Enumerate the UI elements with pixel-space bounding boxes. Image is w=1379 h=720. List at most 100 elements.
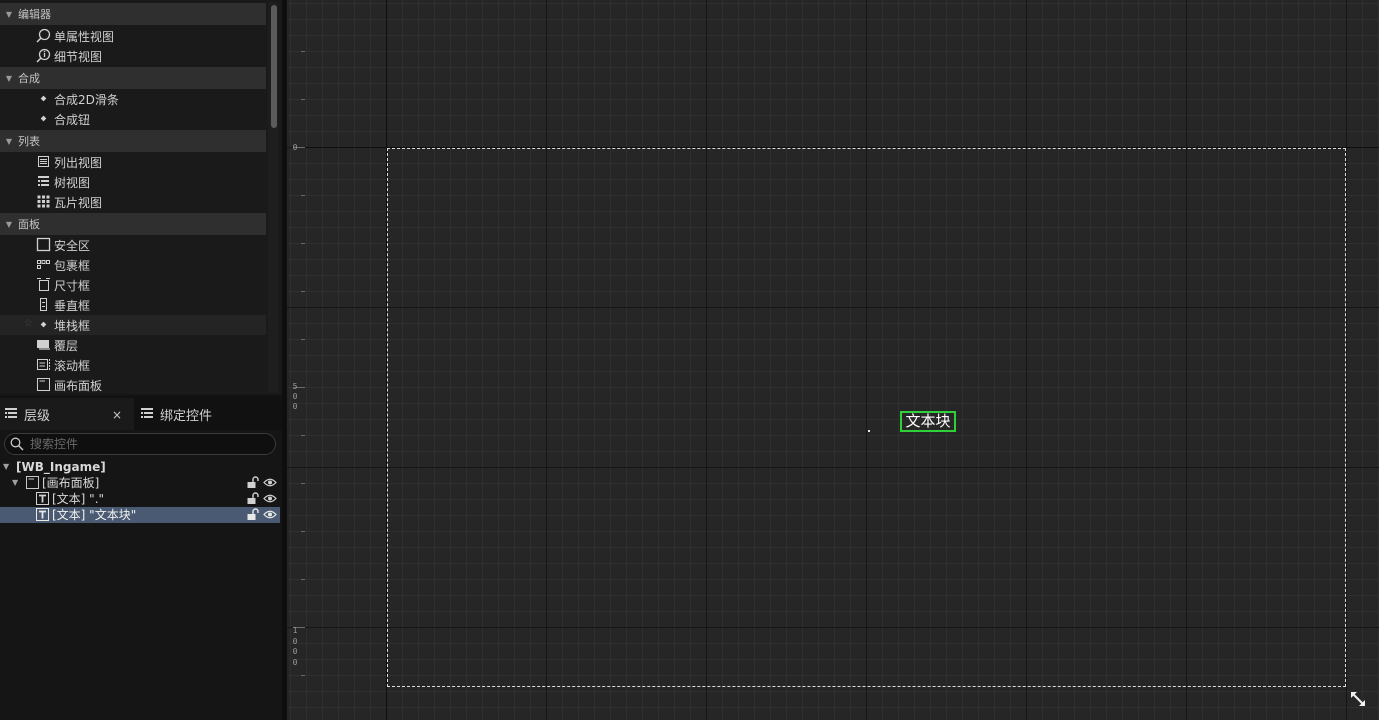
palette-item-label: 包裹框 bbox=[54, 259, 91, 273]
palette-item-wrap-box[interactable]: 包裹框 bbox=[0, 255, 266, 275]
tab-bind-widgets[interactable]: 绑定控件 bbox=[136, 398, 276, 430]
tree-row-root[interactable]: ▼ [WB_Ingame] bbox=[0, 459, 280, 475]
favorite-star-icon[interactable]: ☆ bbox=[24, 318, 33, 329]
tree-view-icon bbox=[36, 174, 51, 189]
palette-item-vertical-box[interactable]: 垂直框 bbox=[0, 295, 266, 315]
tab-label: 层级 bbox=[24, 408, 51, 424]
magnifier-icon bbox=[36, 28, 51, 43]
palette-item-scroll-box[interactable]: 滚动框 bbox=[0, 355, 266, 375]
text-widget-selected[interactable]: 文本块 bbox=[900, 411, 956, 432]
tree-row-label: [文本] "文本块" bbox=[52, 508, 137, 522]
tile-view-icon bbox=[36, 194, 51, 209]
resize-handle-icon[interactable] bbox=[1349, 690, 1367, 708]
palette-item-label: 合成钮 bbox=[54, 113, 91, 127]
visibility-eye-icon[interactable] bbox=[263, 477, 277, 491]
palette-item-tile-view[interactable]: 瓦片视图 bbox=[0, 192, 266, 212]
palette-item-canvas-panel[interactable]: 画布面板 bbox=[0, 375, 266, 394]
palette-item-label: 列出视图 bbox=[54, 156, 103, 170]
close-icon[interactable]: × bbox=[112, 408, 122, 422]
wrap-box-icon bbox=[36, 257, 51, 272]
ruler-label-0: 0 bbox=[292, 143, 298, 152]
ruler-tick bbox=[301, 291, 305, 292]
text-widget-icon bbox=[36, 508, 49, 521]
collapse-arrow-icon: ▼ bbox=[5, 9, 13, 19]
lock-icon[interactable] bbox=[246, 492, 259, 508]
tree-row-text-block[interactable]: [文本] "文本块" bbox=[0, 507, 280, 523]
palette-item-label: 垂直框 bbox=[54, 299, 91, 313]
palette-item-details-view[interactable]: 细节视图 bbox=[0, 46, 266, 66]
tab-label: 绑定控件 bbox=[160, 408, 213, 424]
ruler-tick bbox=[301, 339, 305, 340]
palette-item-tree-view[interactable]: 树视图 bbox=[0, 172, 266, 192]
lock-icon[interactable] bbox=[246, 476, 259, 492]
scroll-box-icon bbox=[36, 357, 51, 372]
text-widget-icon bbox=[36, 492, 49, 505]
palette-item-composite-button[interactable]: 合成钮 bbox=[0, 109, 266, 129]
palette-item-label: 树视图 bbox=[54, 176, 91, 190]
tree-row-text-dot[interactable]: [文本] "." bbox=[0, 491, 280, 507]
palette-item-label: 滚动框 bbox=[54, 359, 91, 373]
category-header-panels[interactable]: ▼ 面板 bbox=[0, 213, 266, 235]
category-header-composite[interactable]: ▼ 合成 bbox=[0, 67, 266, 89]
palette-item-label: 堆栈框 bbox=[54, 319, 91, 333]
palette-item-list-view[interactable]: 列出视图 bbox=[0, 152, 266, 172]
palette-item-label: 安全区 bbox=[54, 239, 91, 253]
palette-item-safe-zone[interactable]: 安全区 bbox=[0, 235, 266, 255]
palette-item-label: 瓦片视图 bbox=[54, 196, 103, 210]
canvas-panel-icon bbox=[26, 476, 39, 489]
palette-scrollbar-thumb[interactable] bbox=[271, 5, 277, 128]
bind-widgets-icon bbox=[140, 407, 154, 421]
tree-row-canvas-panel[interactable]: ▼ [画布面板] bbox=[0, 475, 280, 491]
category-header-lists[interactable]: ▼ 列表 bbox=[0, 130, 266, 152]
palette-item-size-box[interactable]: 尺寸框 bbox=[0, 275, 266, 295]
palette-item-single-property-view[interactable]: 单属性视图 bbox=[0, 26, 266, 46]
visibility-eye-icon[interactable] bbox=[263, 493, 277, 507]
tree-row-label: [画布面板] bbox=[42, 476, 100, 490]
palette-item-overlay[interactable]: 覆层 bbox=[0, 335, 266, 355]
category-header-editor[interactable]: ▼ 编辑器 bbox=[0, 3, 266, 25]
category-label: 列表 bbox=[18, 135, 40, 148]
palette-item-label: 画布面板 bbox=[54, 379, 103, 393]
ruler-tick bbox=[301, 579, 305, 580]
ruler-label-1000: 1 0 0 0 bbox=[292, 626, 298, 667]
designer-canvas[interactable]: 0 5 0 0 1 0 0 0 文本块 bbox=[287, 0, 1379, 720]
size-box-icon bbox=[36, 277, 51, 292]
category-label: 面板 bbox=[18, 218, 40, 231]
palette-item-label: 细节视图 bbox=[54, 50, 103, 64]
category-label: 合成 bbox=[18, 72, 40, 85]
palette-item-composite-2d-slider[interactable]: 合成2D滑条 bbox=[0, 89, 266, 109]
expand-arrow-icon[interactable]: ▼ bbox=[12, 478, 18, 487]
hierarchy-icon bbox=[4, 407, 18, 421]
diamond-bullet-icon bbox=[36, 91, 51, 106]
canvas-panel-icon bbox=[36, 377, 51, 392]
visibility-eye-icon[interactable] bbox=[263, 509, 277, 523]
collapse-arrow-icon: ▼ bbox=[5, 219, 13, 229]
ruler-tick bbox=[301, 51, 305, 52]
tree-row-label: [文本] "." bbox=[52, 492, 105, 506]
ruler-label-500: 5 0 0 bbox=[292, 382, 298, 411]
ruler-tick bbox=[301, 195, 305, 196]
list-view-icon bbox=[36, 154, 51, 169]
lock-icon[interactable] bbox=[246, 508, 259, 524]
expand-arrow-icon[interactable]: ▼ bbox=[3, 462, 9, 471]
category-label: 编辑器 bbox=[18, 8, 51, 21]
vertical-ruler: 0 5 0 0 1 0 0 0 bbox=[287, 0, 305, 720]
hierarchy-tab-bar: 层级 × 绑定控件 bbox=[0, 396, 282, 430]
overlay-icon bbox=[36, 337, 51, 352]
canvas-bounds bbox=[387, 148, 1346, 687]
tree-row-label: [WB_Ingame] bbox=[16, 460, 106, 474]
palette-item-label: 单属性视图 bbox=[54, 30, 115, 44]
info-icon bbox=[36, 48, 51, 63]
diamond-bullet-icon bbox=[36, 317, 51, 332]
diamond-bullet-icon bbox=[36, 111, 51, 126]
search-input[interactable] bbox=[30, 437, 250, 451]
hierarchy-panel: 层级 × 绑定控件 ▼ [WB_Ingame] ▼ [画布面板] bbox=[0, 396, 282, 720]
palette-panel: ▼ 编辑器 单属性视图 细节视图 ▼ 合成 合成2D滑条 合成钮 ▼ 列表 列出… bbox=[0, 0, 282, 394]
palette-item-label: 覆层 bbox=[54, 339, 79, 353]
text-widget-dot[interactable] bbox=[868, 430, 870, 432]
tab-hierarchy[interactable]: 层级 × bbox=[0, 398, 134, 430]
search-box bbox=[4, 433, 276, 455]
palette-item-label: 合成2D滑条 bbox=[54, 93, 119, 107]
palette-item-stack-box[interactable]: ☆ 堆栈框 bbox=[0, 315, 266, 335]
ruler-tick bbox=[301, 435, 305, 436]
